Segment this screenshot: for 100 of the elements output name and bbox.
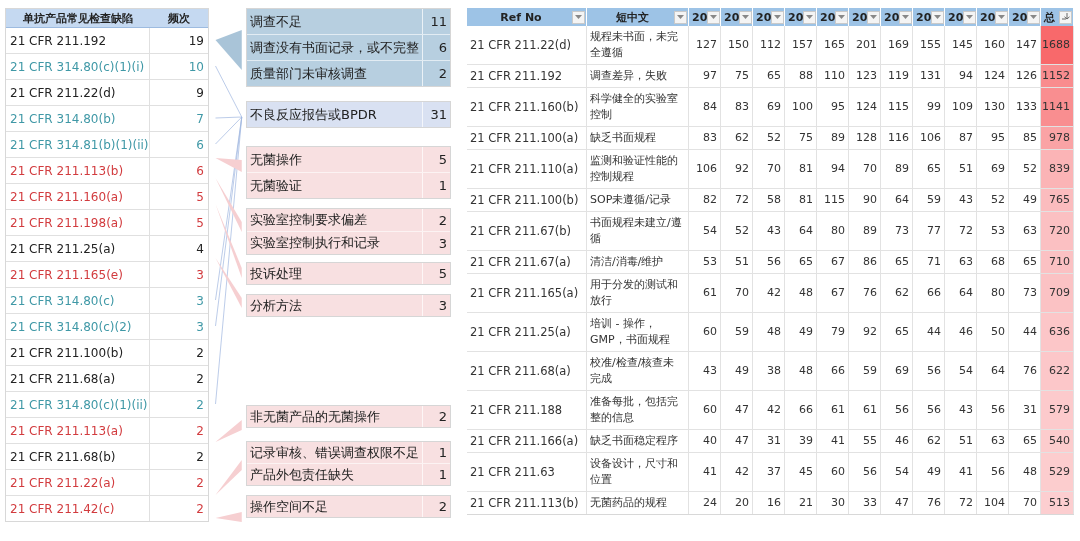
table-cell-text: 21 CFR 314.80(c)(1)(i) xyxy=(9,58,146,76)
filter-dropdown-button[interactable] xyxy=(771,10,785,24)
table-cell: 21 CFR 211.165(a) xyxy=(467,274,587,312)
table-cell: 124 xyxy=(977,65,1009,87)
table-cell: 5 xyxy=(149,184,208,209)
table-cell: 45 xyxy=(785,453,817,491)
filter-dropdown-button[interactable] xyxy=(707,10,721,24)
table-cell: 21 CFR 211.188 xyxy=(467,391,587,429)
table-cell: 61 xyxy=(849,391,881,429)
table-cell: 43 xyxy=(753,212,785,250)
filter-dropdown-button[interactable] xyxy=(867,10,881,24)
category-label: 调查没有书面记录，或不完整 xyxy=(249,38,420,57)
table-cell: 21 CFR 211.110(a) xyxy=(467,150,587,188)
table-cell: 56 xyxy=(881,391,913,429)
table-cell: 3 xyxy=(149,314,208,339)
table-cell: 116 xyxy=(881,127,913,149)
table-cell: 9 xyxy=(149,80,208,105)
sort-button[interactable] xyxy=(1059,10,1072,24)
table-cell: 3 xyxy=(149,288,208,313)
category-count: 2 xyxy=(422,496,450,517)
category-label: 非无菌产品的无菌操作 xyxy=(249,407,381,426)
table-cell: 48 xyxy=(753,313,785,351)
filter-dropdown-button[interactable] xyxy=(931,10,945,24)
table-cell: 59 xyxy=(849,352,881,390)
filter-dropdown-button[interactable] xyxy=(963,10,977,24)
table-cell: 6 xyxy=(149,158,208,183)
table-cell-text: 21 CFR 211.68(a) xyxy=(9,370,117,388)
table-cell: 21 CFR 211.160(b) xyxy=(467,88,587,126)
total-cell: 529 xyxy=(1041,453,1074,491)
table-cell: 71 xyxy=(913,251,945,273)
table-cell: 56 xyxy=(977,391,1009,429)
filter-dropdown-button[interactable] xyxy=(899,10,913,24)
table-cell: 52 xyxy=(977,189,1009,211)
filter-dropdown-button[interactable] xyxy=(803,10,817,24)
table-cell: 64 xyxy=(785,212,817,250)
table-cell: 21 CFR 211.67(a) xyxy=(467,251,587,273)
category-count: 11 xyxy=(422,9,450,34)
filter-dropdown-button[interactable] xyxy=(739,10,753,24)
table-cell: 2 xyxy=(149,470,208,495)
table-cell: 160 xyxy=(977,26,1009,64)
table-cell: 79 xyxy=(817,313,849,351)
table-cell: 69 xyxy=(881,352,913,390)
filter-dropdown-button[interactable] xyxy=(674,10,687,24)
table-cell: 95 xyxy=(977,127,1009,149)
table-cell: 63 xyxy=(977,430,1009,452)
table-cell: 51 xyxy=(721,251,753,273)
total-cell: 839 xyxy=(1041,150,1074,188)
column-header: 20 xyxy=(724,10,740,24)
table-cell: 131 xyxy=(913,65,945,87)
table-cell: 119 xyxy=(881,65,913,87)
category-label: 实验室控制要求偏差 xyxy=(249,211,368,229)
table-cell: 72 xyxy=(945,212,977,250)
table-cell: 书面规程未建立/遵循 xyxy=(587,212,689,250)
table-cell: 21 CFR 211.113(b) xyxy=(467,492,587,514)
category-label: 产品外包责任缺失 xyxy=(249,465,355,484)
category-label: 无菌验证 xyxy=(249,176,303,195)
dropdown-arrow-icon xyxy=(774,14,782,20)
table-cell: 115 xyxy=(817,189,849,211)
table-cell-text: 21 CFR 211.160(a) xyxy=(9,188,124,206)
filter-dropdown-button[interactable] xyxy=(995,10,1009,24)
dropdown-arrow-icon xyxy=(838,14,846,20)
table-cell: 10 xyxy=(149,54,208,79)
table-cell: 110 xyxy=(817,65,849,87)
table-cell: 38 xyxy=(753,352,785,390)
table-cell: 21 CFR 211.67(b) xyxy=(467,212,587,250)
filter-dropdown-button[interactable] xyxy=(835,10,849,24)
table-cell: 24 xyxy=(689,492,721,514)
table-cell: 128 xyxy=(849,127,881,149)
table-cell: 70 xyxy=(849,150,881,188)
filter-dropdown-button[interactable] xyxy=(1027,10,1041,24)
connector-wedge xyxy=(215,178,242,232)
table-cell: 37 xyxy=(753,453,785,491)
table-cell: 校准/检查/核查未完成 xyxy=(587,352,689,390)
total-cell: 579 xyxy=(1041,391,1074,429)
table-cell: 51 xyxy=(945,150,977,188)
connector-wedge xyxy=(215,30,242,70)
table-cell: 5 xyxy=(149,210,208,235)
column-header: 20 xyxy=(980,10,996,24)
table-cell: 43 xyxy=(945,391,977,429)
total-cell: 978 xyxy=(1041,127,1074,149)
table-cell: 115 xyxy=(881,88,913,126)
table-cell: 83 xyxy=(721,88,753,126)
table-cell: 76 xyxy=(849,274,881,312)
total-cell: 720 xyxy=(1041,212,1074,250)
table-cell-text: 21 CFR 211.192 xyxy=(9,32,108,50)
table-cell: 41 xyxy=(945,453,977,491)
table-cell: 62 xyxy=(721,127,753,149)
table-cell: 46 xyxy=(881,430,913,452)
filter-dropdown-button[interactable] xyxy=(572,10,585,24)
table-cell: 21 CFR 211.68(a) xyxy=(467,352,587,390)
table-cell: 169 xyxy=(881,26,913,64)
table-cell: 66 xyxy=(817,352,849,390)
category-label: 投诉处理 xyxy=(249,264,303,283)
table-cell-text: 21 CFR 211.42(c) xyxy=(9,500,116,518)
table-cell: 150 xyxy=(721,26,753,64)
table-cell: 65 xyxy=(881,251,913,273)
table-cell: 83 xyxy=(689,127,721,149)
table-cell: 64 xyxy=(945,274,977,312)
category-label: 操作空间不足 xyxy=(249,497,329,516)
table-cell: 61 xyxy=(689,274,721,312)
